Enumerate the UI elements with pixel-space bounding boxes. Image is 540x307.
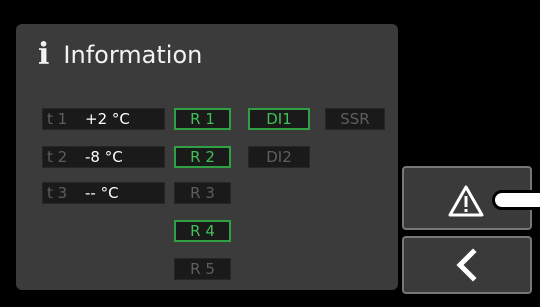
relay-r2-indicator: R 2 xyxy=(174,146,231,168)
sensor-t1: t 1 +2 °C xyxy=(42,108,165,130)
digital-input-di1-indicator: DI1 xyxy=(248,108,310,130)
ssr-indicator: SSR xyxy=(325,108,385,130)
digital-input-di2-indicator: DI2 xyxy=(248,146,310,168)
sensor-t3: t 3 -- °C xyxy=(42,182,165,204)
relay-r1-indicator: R 1 xyxy=(174,108,231,130)
sensor-t2: t 2 -8 °C xyxy=(42,146,165,168)
sensor-label: t 1 xyxy=(47,110,68,128)
sensor-value: -- °C xyxy=(85,184,119,202)
information-panel: i Information t 1 +2 °C t 2 -8 °C t 3 --… xyxy=(16,24,398,290)
info-icon: i xyxy=(38,37,50,72)
alarm-indicator-pill xyxy=(492,190,540,210)
back-button[interactable] xyxy=(402,236,532,294)
sensor-label: t 2 xyxy=(47,148,68,166)
sensor-value: -8 °C xyxy=(85,148,123,166)
page-title: Information xyxy=(63,41,203,69)
chevron-left-icon xyxy=(456,248,477,282)
sensor-label: t 3 xyxy=(47,184,68,202)
panel-header: i Information xyxy=(38,40,202,70)
sensor-value: +2 °C xyxy=(85,110,130,128)
relay-r5-indicator: R 5 xyxy=(174,258,231,280)
relay-r3-indicator: R 3 xyxy=(174,182,231,204)
relay-r4-indicator: R 4 xyxy=(174,220,231,242)
warning-triangle-icon xyxy=(448,185,484,217)
